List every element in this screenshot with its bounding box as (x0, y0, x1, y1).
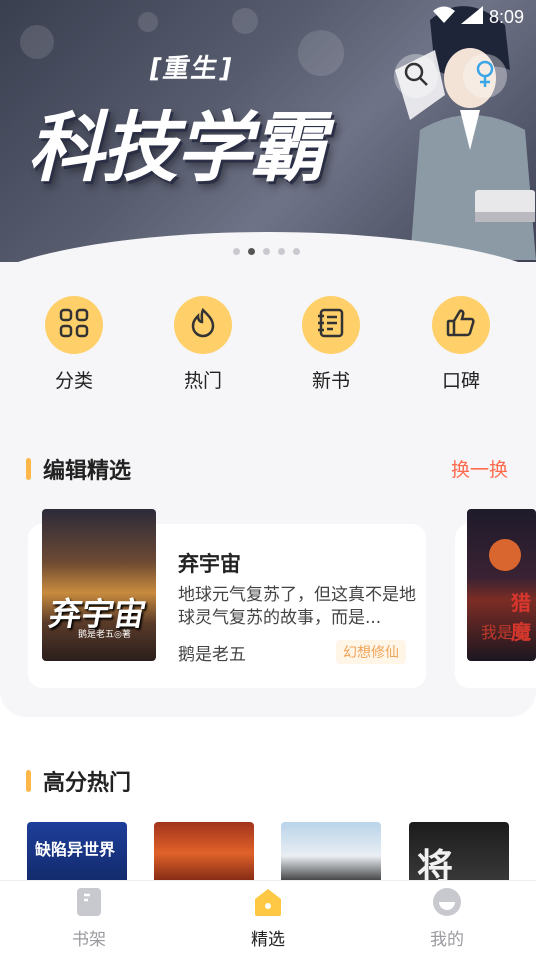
next-cover-sub: 我是老 (481, 623, 530, 642)
hot-book-cover[interactable]: 缺陷异世界 (27, 822, 127, 884)
banner-tag: [重生] (146, 54, 236, 84)
decor-bubble (232, 8, 258, 34)
section-title-text: 高分热门 (43, 771, 132, 796)
book-cover-author: 鹅是老五◎著 (78, 630, 131, 640)
gender-switch-button[interactable] (463, 54, 507, 98)
decor-bubble (138, 12, 158, 32)
book-cover[interactable]: 弃宇宙 鹅是老五◎著 (42, 509, 156, 661)
section-title-text: 编辑精选 (43, 459, 132, 484)
tab-label: 书架 (72, 930, 106, 950)
status-bar: 8:09 (432, 6, 524, 29)
quick-link-category[interactable]: 分类 (24, 296, 124, 393)
tab-bookshelf[interactable]: 书架 (44, 887, 134, 950)
quick-link-label: 分类 (54, 370, 93, 392)
section-accent-bar (26, 770, 31, 792)
quick-link-new[interactable]: 新书 (281, 296, 381, 393)
flame-icon (187, 307, 219, 343)
decor-bubble (20, 25, 54, 59)
banner-carousel[interactable]: [重生] 科技学霸 8:09 (0, 0, 536, 265)
banner-character-illustration (395, 6, 536, 260)
thumbs-up-icon (445, 307, 477, 343)
book-cover-next[interactable]: 猎魔 我是老 (467, 509, 536, 661)
quick-link-label: 新书 (311, 370, 350, 392)
book-author: 鹅是老五 (178, 645, 246, 665)
clock-text: 8:09 (488, 7, 524, 27)
book-title: 弃宇宙 (178, 552, 241, 576)
home-icon (253, 887, 283, 921)
decor-bubble (298, 30, 344, 76)
grid-icon (58, 307, 90, 343)
quick-link-reputation[interactable]: 口碑 (411, 296, 511, 393)
carousel-dot[interactable] (293, 248, 300, 255)
search-icon (403, 61, 429, 91)
hot-book-cover[interactable]: 将 (409, 822, 509, 884)
carousel-dot[interactable] (278, 248, 285, 255)
hot-book-cover-title: 将 (417, 847, 454, 884)
carousel-dot[interactable] (263, 248, 270, 255)
wifi-icon (432, 6, 455, 29)
section-accent-bar (26, 458, 31, 480)
search-button[interactable] (394, 54, 438, 98)
hot-book-cover-title: 缺陷异世界 (35, 840, 116, 859)
tab-label: 精选 (251, 930, 285, 950)
quick-link-label: 口碑 (441, 370, 480, 392)
tab-featured[interactable]: 精选 (223, 889, 313, 950)
section-editor-picks-title: 编辑精选 (26, 453, 131, 485)
hot-book-cover[interactable] (154, 822, 254, 884)
hot-book-cover[interactable] (281, 822, 381, 884)
bookshelf-icon (76, 887, 102, 921)
book-genre-tag: 幻想修仙 (336, 640, 406, 664)
female-symbol-icon (472, 60, 498, 92)
quick-link-hot[interactable]: 热门 (153, 296, 253, 393)
quick-link-label: 热门 (183, 370, 222, 392)
section-high-score-title: 高分热门 (26, 765, 131, 797)
book-description: 地球元气复苏了，但这真不是地球灵气复苏的故事，而是... (178, 585, 416, 628)
tab-profile[interactable]: 我的 (402, 887, 492, 950)
notebook-icon (315, 307, 347, 343)
pumpkin-decor (489, 539, 521, 571)
refresh-button[interactable]: 换一换 (451, 455, 508, 482)
profile-icon (432, 887, 462, 921)
banner-title: 科技学霸 (23, 103, 342, 192)
signal-icon (460, 6, 483, 29)
carousel-dot[interactable] (233, 248, 240, 255)
tab-label: 我的 (430, 930, 464, 950)
carousel-dot-active[interactable] (248, 248, 255, 255)
carousel-dots (233, 248, 300, 255)
bottom-tab-bar: 书架 精选 我的 (0, 880, 536, 954)
